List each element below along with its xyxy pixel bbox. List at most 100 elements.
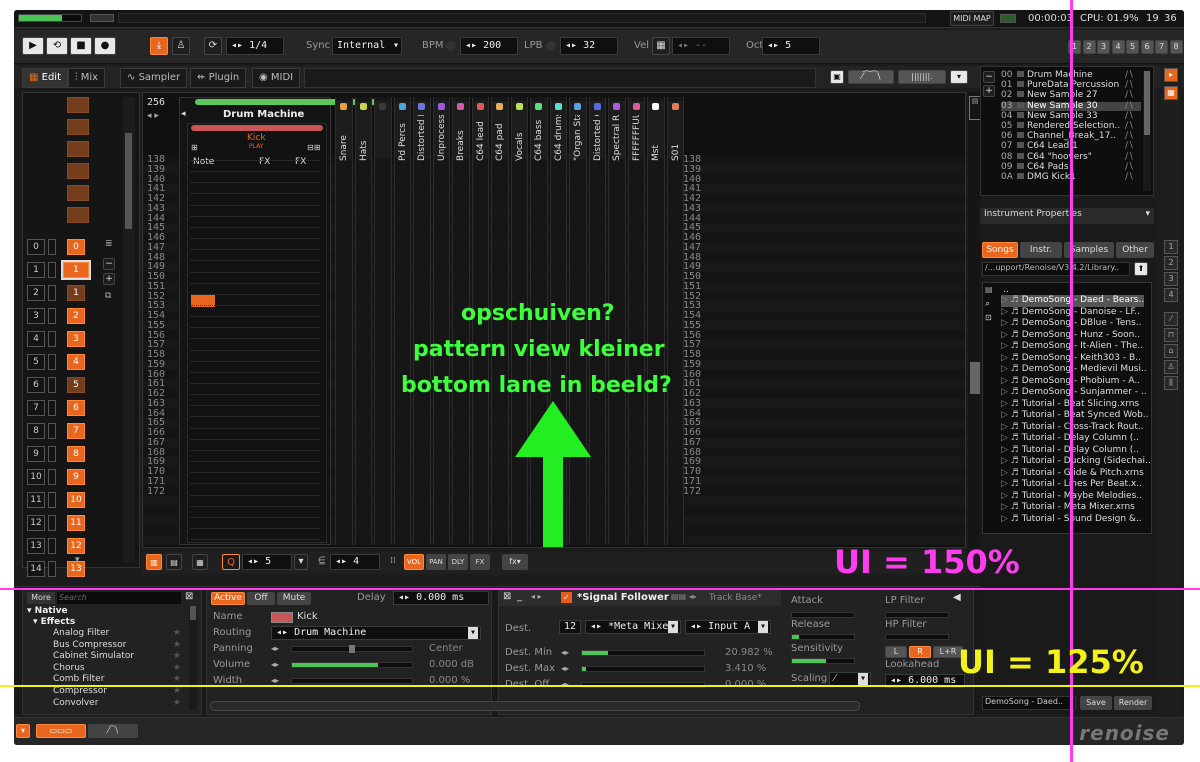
instrument-add-button[interactable]: + [983,85,995,97]
sequence-slot-1[interactable]: 1 [63,262,89,278]
sequence-position-1[interactable]: 1 [27,262,45,278]
sequence-remove-button[interactable]: − [103,258,115,270]
dest-track[interactable]: 12 [559,620,581,634]
lower-scrollbar[interactable] [210,701,860,711]
browser-item[interactable]: ▷ ♬ Tutorial - Ducking (Sidechai.. [1001,456,1151,468]
track-column[interactable]: Mst [647,97,665,545]
pan-column-toggle[interactable]: PAN [426,554,446,570]
browser-parent-item[interactable]: .. [1003,285,1009,295]
sequence-mute-11[interactable] [48,492,56,508]
dest-param-select[interactable]: ◂▸ Input A ▾ [685,620,771,634]
instrument-remove-button[interactable]: − [983,71,995,83]
sequence-slot-6[interactable]: 5 [67,377,85,393]
sequence-slot-2[interactable]: 1 [67,285,85,301]
track-column[interactable]: Unprocessed Percussion [432,97,450,545]
stepper-arrows-icon[interactable]: ◂▸ [271,644,279,653]
volume-slider[interactable] [291,662,413,668]
sequence-slot-11[interactable]: 10 [67,492,85,508]
edit-step[interactable]: ◂▸ 4 [330,554,380,570]
sequence-position-3[interactable]: 3 [27,308,45,324]
effects-search-input[interactable]: Search [57,592,181,604]
track-column[interactable]: Distorted Drums [413,97,431,545]
dest-device-select[interactable]: ◂▸ *Meta Mixer ▾ [585,620,681,634]
master-volume-slider[interactable] [18,14,82,22]
quantize-amount[interactable]: ◂▸ 5 [242,554,292,570]
mute-button[interactable]: Mute [277,592,311,605]
clear-search-icon[interactable]: ⊠ [185,591,193,602]
sequence-mute-6[interactable] [48,377,56,393]
sequence-position-0[interactable]: 0 [27,239,45,255]
sidebar-library[interactable]: ⫼ [1164,376,1178,390]
add-column-icon[interactable]: ⊞ [191,143,198,152]
scaling-select[interactable]: ⁄ ▾ [829,672,871,686]
render-button[interactable]: Render [1114,696,1152,710]
quantize-dropdown[interactable]: ▾ [294,554,308,570]
track-button-3[interactable]: 3 [1097,40,1110,54]
stepper-arrows-icon[interactable]: ◂▸ [271,660,279,669]
sequence-mute-5[interactable] [48,354,56,370]
favorite-star-icon[interactable]: ★ [173,698,181,709]
close-icon[interactable]: ⊠ [503,591,511,602]
sequence-slot-3[interactable]: 2 [67,308,85,324]
delay-field[interactable]: ◂▸ 0.000 ms [393,591,489,605]
sequence-mute-1[interactable] [48,262,56,278]
instrument-properties-header[interactable]: Instrument Properties ▾ [980,208,1154,224]
hp-filter-slider[interactable] [885,634,949,640]
effect-item[interactable]: Compressor ★ [53,686,185,697]
favorite-star-icon[interactable]: ★ [173,651,181,662]
loop-button[interactable]: ⟲ [46,37,68,55]
track-column[interactable] [374,97,392,545]
favorite-star-icon[interactable]: ★ [173,640,181,651]
browser-item[interactable]: ▷ ♬ DemoSong - Medievil Musi.. [1001,364,1147,376]
device-enabled-checkbox[interactable]: ✓ [561,592,572,603]
sequence-slot-12[interactable]: 11 [67,515,85,531]
sequence-mute-3[interactable] [48,308,56,324]
active-button[interactable]: Active [211,592,245,605]
sidebar-user[interactable]: ♙ [1164,360,1178,374]
automation-view-button[interactable]: ⁄⁀\ [88,724,138,738]
sequence-position-5[interactable]: 5 [27,354,45,370]
sequence-slot-4[interactable]: 3 [67,331,85,347]
search-icon[interactable]: ⌕ [985,299,990,309]
vol-column-toggle[interactable]: VOL [404,554,424,570]
track-button-8[interactable]: 8 [1169,40,1183,54]
sequence-mute-8[interactable] [48,423,56,439]
effect-item[interactable]: Cabinet Simulator ★ [53,651,185,662]
effect-item[interactable]: Analog Filter ★ [53,628,185,639]
sequence-add-button[interactable]: + [103,273,115,285]
browser-item[interactable]: ▷ ♬ Tutorial - Beat Synced Wob.. [1001,410,1149,422]
preview-icon[interactable]: ⊡ [985,313,992,322]
matrix-slot[interactable] [67,141,89,157]
speaker-icon[interactable]: ◀ [953,592,961,603]
track-column[interactable]: FFFFFFFUUUUUUUUUU [627,97,645,545]
fx-column-toggle[interactable]: FX [470,554,490,570]
favorite-star-icon[interactable]: ★ [173,674,181,685]
sensitivity-slider[interactable] [791,658,855,664]
track-column[interactable]: Hats [354,97,372,545]
sequence-position-12[interactable]: 12 [27,515,45,531]
sidebar-home[interactable]: ⌂ [1164,344,1178,358]
pattern-matrix-toggle[interactable]: ▥ [146,554,162,570]
panning-slider[interactable] [291,645,413,653]
dly-column-toggle[interactable]: DLY [448,554,468,570]
channel-r-button[interactable]: R [909,646,931,658]
block-loop-size[interactable]: ◂▸ 1/4 [226,37,284,55]
save-button[interactable]: Save [1080,696,1112,710]
tab-midi[interactable]: ◉ MIDI [252,68,301,88]
browser-tab-instr[interactable]: Instr. [1020,242,1062,258]
bpm-field[interactable]: ◂▸ 200 [460,37,518,55]
automation-toggle[interactable]: ⁄⁀⁀\ [848,70,894,84]
width-slider[interactable] [291,678,413,684]
favorite-star-icon[interactable]: ★ [173,686,181,697]
keyboard-velocity-button[interactable]: ▦ [652,37,670,55]
quantize-button[interactable]: Q [222,554,240,570]
matrix-slot[interactable] [67,119,89,135]
favorite-star-icon[interactable]: ★ [173,628,181,639]
scroll-thumb[interactable] [970,362,980,394]
scopes-toggle[interactable]: |||||||. [898,70,946,84]
matrix-slot[interactable] [67,185,89,201]
sidebar-toggle-1[interactable]: ▸ [1164,68,1178,82]
device-options-icon[interactable]: ▤▤ ◂▸ [671,592,697,601]
stop-button[interactable]: ■ [70,37,92,55]
record-button[interactable]: ● [94,37,116,55]
